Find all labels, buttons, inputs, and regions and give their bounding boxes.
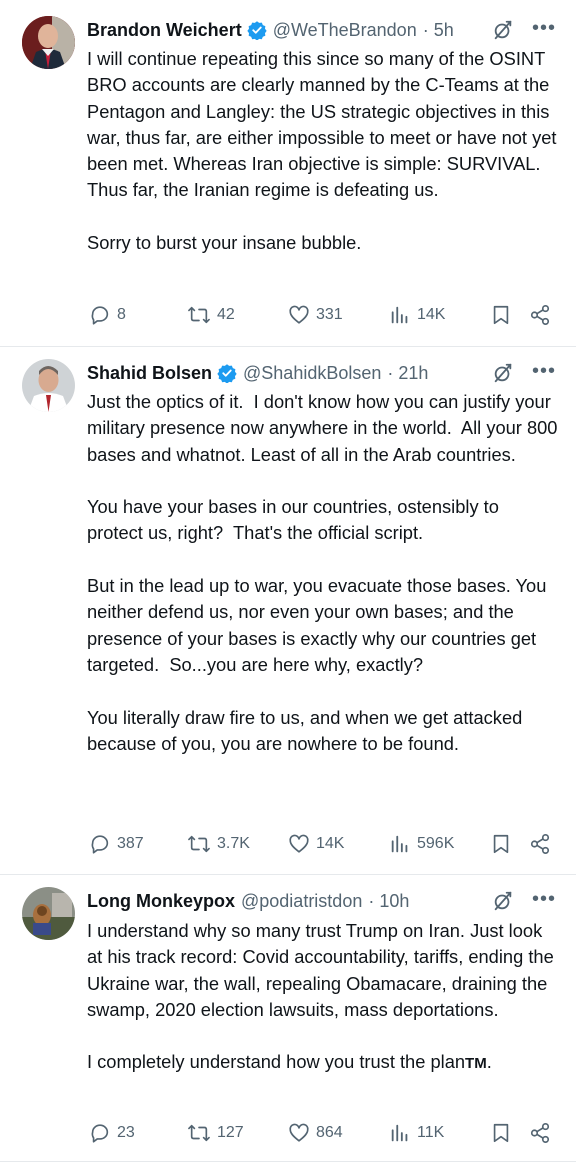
author-name[interactable]: Long Monkeypox (87, 891, 235, 912)
tweet-text-end: . (486, 1051, 492, 1073)
avatar[interactable] (22, 16, 75, 69)
heart-icon (289, 305, 309, 324)
avatar[interactable] (22, 359, 75, 412)
like-button[interactable]: 864 (288, 1120, 343, 1146)
like-count: 864 (316, 1124, 343, 1141)
views-button[interactable]: 11K (389, 1120, 444, 1146)
grok-icon[interactable] (492, 362, 514, 384)
reply-icon (91, 1124, 109, 1143)
more-icon[interactable]: ••• (532, 888, 556, 910)
share-button[interactable] (529, 302, 551, 328)
like-count: 14K (316, 835, 345, 852)
timestamp[interactable]: · 21h (387, 363, 428, 384)
author-handle[interactable]: @WeTheBrandon (273, 20, 417, 41)
share-icon (530, 305, 550, 325)
views-button[interactable]: 14K (389, 302, 445, 328)
author-handle[interactable]: @ShahidkBolsen (243, 363, 381, 384)
views-icon (391, 835, 408, 853)
tweet-actions: 387 3.7K 14K 596K (87, 831, 557, 857)
tweet-text: I understand why so many trust Trump on … (87, 918, 559, 1078)
author-handle[interactable]: @podiatristdon (241, 891, 362, 912)
verified-badge-icon (217, 363, 237, 383)
reply-icon (91, 306, 109, 325)
tweet-actions: 8 42 331 14K (87, 302, 557, 328)
repost-count: 127 (217, 1124, 244, 1141)
share-icon (530, 1123, 550, 1143)
tweet-header: Long Monkeypox @podiatristdon · 10h ••• (87, 888, 560, 914)
author-name[interactable]: Shahid Bolsen (87, 363, 212, 384)
views-button[interactable]: 596K (389, 831, 454, 857)
repost-count: 42 (217, 306, 235, 323)
tweet[interactable]: Brandon Weichert @WeTheBrandon · 5h ••• … (0, 0, 576, 347)
tweet-text-main: I understand why so many trust Trump on … (87, 920, 554, 1073)
like-button[interactable]: 331 (288, 302, 343, 328)
tweet[interactable]: Long Monkeypox @podiatristdon · 10h ••• … (0, 875, 576, 1162)
repost-icon (188, 306, 210, 324)
view-count: 596K (417, 835, 455, 852)
share-button[interactable] (529, 1120, 551, 1146)
grok-icon[interactable] (492, 19, 514, 41)
reply-button[interactable]: 23 (89, 1120, 135, 1146)
share-button[interactable] (529, 831, 551, 857)
view-count: 14K (417, 306, 446, 323)
bookmark-button[interactable] (490, 302, 512, 328)
like-button[interactable]: 14K (288, 831, 344, 857)
views-icon (391, 306, 408, 324)
tweet[interactable]: Shahid Bolsen @ShahidkBolsen · 21h ••• J… (0, 347, 576, 875)
timestamp[interactable]: · 10h (368, 891, 409, 912)
bookmark-icon (493, 305, 509, 325)
tweet-actions: 23 127 864 11K (87, 1120, 557, 1146)
repost-button[interactable]: 3.7K (187, 831, 250, 857)
tweet-header: Shahid Bolsen @ShahidkBolsen · 21h ••• (87, 360, 560, 386)
verified-badge-icon (247, 20, 267, 40)
tweet-text: I will continue repeating this since so … (87, 48, 557, 254)
bookmark-icon (493, 1123, 509, 1143)
heart-icon (289, 1123, 309, 1142)
repost-icon (188, 835, 210, 853)
more-icon[interactable]: ••• (532, 17, 556, 39)
reply-button[interactable]: 8 (89, 302, 126, 328)
reply-count: 387 (117, 835, 144, 852)
tweet-header: Brandon Weichert @WeTheBrandon · 5h ••• (87, 17, 560, 43)
bookmark-button[interactable] (490, 1120, 512, 1146)
reply-count: 8 (117, 306, 126, 323)
author-name[interactable]: Brandon Weichert (87, 20, 242, 41)
grok-icon[interactable] (492, 890, 514, 912)
repost-button[interactable]: 127 (187, 1120, 244, 1146)
reply-count: 23 (117, 1124, 135, 1141)
like-count: 331 (316, 306, 343, 323)
heart-icon (289, 834, 309, 853)
view-count: 11K (417, 1124, 445, 1141)
timestamp[interactable]: · 5h (423, 20, 454, 41)
tweet-text: Just the optics of it. I don't know how … (87, 391, 558, 754)
repost-button[interactable]: 42 (187, 302, 235, 328)
bookmark-icon (493, 834, 509, 854)
reply-button[interactable]: 387 (89, 831, 144, 857)
trademark-suffix: TM (465, 1055, 487, 1073)
more-icon[interactable]: ••• (532, 360, 556, 382)
share-icon (530, 834, 550, 854)
repost-count: 3.7K (217, 835, 250, 852)
bookmark-button[interactable] (490, 831, 512, 857)
repost-icon (188, 1124, 210, 1142)
avatar[interactable] (22, 887, 75, 940)
timeline-feed: Brandon Weichert @WeTheBrandon · 5h ••• … (0, 0, 576, 1163)
reply-icon (91, 835, 109, 854)
views-icon (391, 1124, 408, 1142)
